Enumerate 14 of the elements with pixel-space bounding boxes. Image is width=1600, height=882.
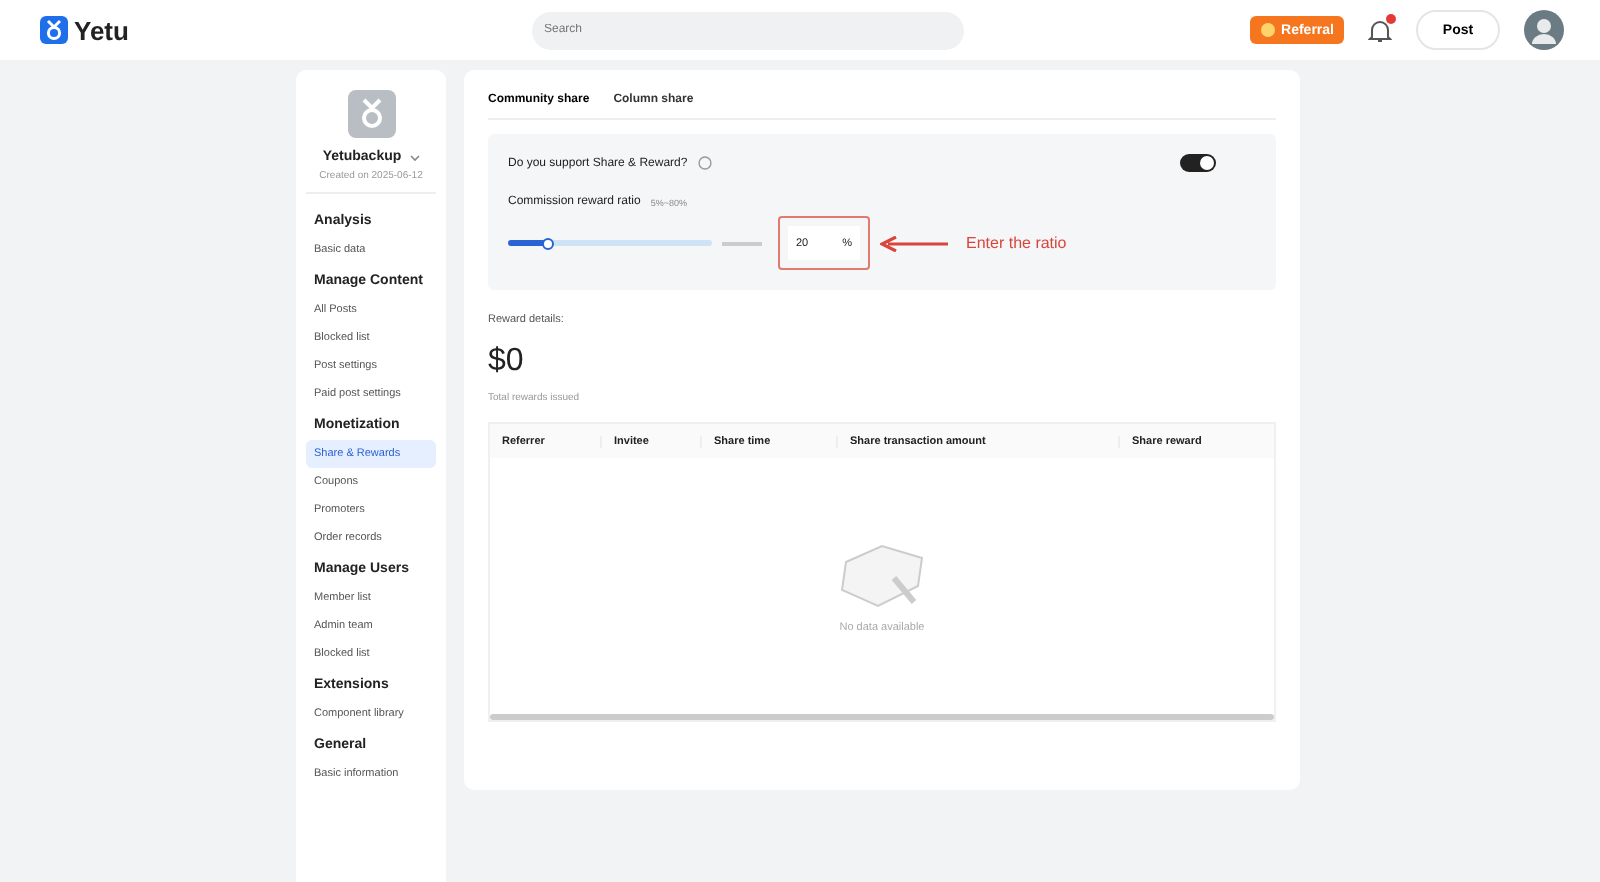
account-logo-icon xyxy=(347,90,395,138)
caret-icon[interactable] xyxy=(409,153,420,161)
logo-icon xyxy=(40,16,68,44)
slider-thumb[interactable] xyxy=(542,237,555,249)
reward-amount: $0 xyxy=(488,344,526,380)
arrow-icon xyxy=(880,235,948,251)
ratio-slider[interactable] xyxy=(508,240,712,246)
coin-icon xyxy=(1259,22,1276,38)
help-icon[interactable] xyxy=(697,156,712,170)
logo-text[interactable]: Yetu xyxy=(74,15,129,45)
annotation-text: Enter the ratio xyxy=(966,234,1067,252)
avatar-icon[interactable] xyxy=(1524,10,1564,50)
bell-icon[interactable] xyxy=(1368,17,1392,43)
toggle-switch[interactable] xyxy=(1180,154,1216,172)
